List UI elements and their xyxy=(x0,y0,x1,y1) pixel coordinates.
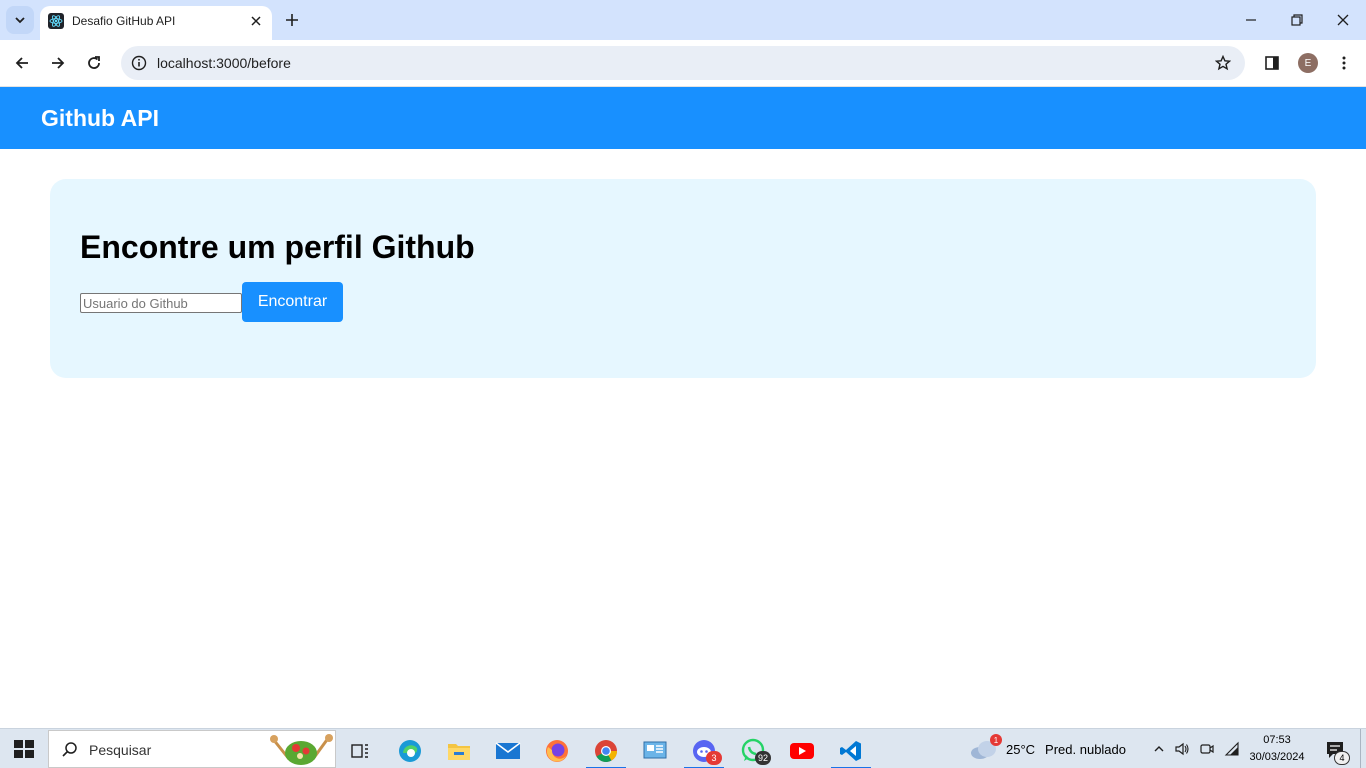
restore-icon xyxy=(1291,14,1303,26)
taskbar: Pesquisar 3 92 1 25°C Pred. nublado 07:5… xyxy=(0,728,1366,768)
meet-now-icon[interactable] xyxy=(1197,739,1217,759)
side-panel-icon xyxy=(1265,56,1279,70)
taskbar-search-placeholder: Pesquisar xyxy=(89,742,152,758)
wifi-icon[interactable] xyxy=(1222,739,1242,759)
whatsapp-icon[interactable]: 92 xyxy=(729,733,777,768)
reload-button[interactable] xyxy=(81,50,107,76)
chrome-icon[interactable] xyxy=(582,733,630,768)
react-favicon-icon xyxy=(48,13,64,29)
url-text[interactable]: localhost:3000/before xyxy=(157,55,291,71)
close-window-button[interactable] xyxy=(1320,0,1366,40)
mail-icon[interactable] xyxy=(484,733,532,768)
taskbar-search[interactable]: Pesquisar xyxy=(48,730,336,768)
youtube-icon[interactable] xyxy=(778,733,826,768)
notification-count-badge: 4 xyxy=(1334,751,1350,765)
discord-badge: 3 xyxy=(706,751,722,765)
chevron-up-icon[interactable] xyxy=(1149,739,1169,759)
app-title: Github API xyxy=(41,105,159,131)
arrow-right-icon xyxy=(52,57,65,69)
tab-title: Desafio GitHub API xyxy=(72,14,176,28)
notification-center-button[interactable]: 4 xyxy=(1322,737,1350,765)
address-bar[interactable]: localhost:3000/before xyxy=(121,46,1245,80)
site-info-icon[interactable] xyxy=(129,53,149,73)
forward-button[interactable] xyxy=(45,50,71,76)
browser-tabstrip: Desafio GitHub API xyxy=(0,0,1366,40)
discord-icon[interactable]: 3 xyxy=(680,733,728,768)
restore-button[interactable] xyxy=(1274,0,1320,40)
close-icon xyxy=(1337,14,1349,26)
weather-widget[interactable]: 1 25°C Pred. nublado xyxy=(970,734,1126,761)
temperature: 25°C xyxy=(1006,741,1036,757)
cloud-icon: 1 xyxy=(970,734,1002,760)
system-clock[interactable]: 07:53 30/03/2024 xyxy=(1240,732,1314,766)
menu-button[interactable] xyxy=(1332,51,1356,75)
browser-toolbar: localhost:3000/before E xyxy=(0,40,1366,87)
weather-alert-badge: 1 xyxy=(990,734,1002,746)
search-card: Encontre um perfil Github Encontrar xyxy=(50,179,1316,378)
close-icon xyxy=(251,16,261,26)
whatsapp-badge: 92 xyxy=(755,751,771,765)
new-tab-button[interactable] xyxy=(280,8,304,32)
browser-tab[interactable]: Desafio GitHub API xyxy=(40,6,272,40)
app-header: Github API xyxy=(0,87,1366,149)
reload-icon xyxy=(88,56,100,69)
bookmark-star-icon[interactable] xyxy=(1213,53,1233,73)
firefox-icon[interactable] xyxy=(533,733,581,768)
clock-date: 30/03/2024 xyxy=(1249,751,1305,763)
more-vertical-icon xyxy=(1342,56,1346,70)
chevron-down-icon xyxy=(15,17,25,24)
avatar: E xyxy=(1298,53,1318,73)
minimize-icon xyxy=(1246,19,1256,21)
side-panel-button[interactable] xyxy=(1260,51,1284,75)
show-desktop-button[interactable] xyxy=(1360,729,1361,768)
vscode-icon[interactable] xyxy=(827,733,875,768)
find-button[interactable]: Encontrar xyxy=(242,282,343,322)
tab-close-button[interactable] xyxy=(246,11,266,31)
github-user-input[interactable] xyxy=(80,293,242,313)
clock-time: 07:53 xyxy=(1263,734,1291,746)
salad-bowl-icon xyxy=(270,734,333,765)
minimize-button[interactable] xyxy=(1228,0,1274,40)
control-panel-icon[interactable] xyxy=(631,733,679,768)
tab-search-button[interactable] xyxy=(6,6,34,34)
windows-start-button[interactable] xyxy=(12,738,36,760)
arrow-left-icon xyxy=(15,57,28,69)
task-view-icon[interactable] xyxy=(336,733,384,768)
volume-icon[interactable] xyxy=(1172,739,1192,759)
plus-icon xyxy=(286,14,298,26)
file-explorer-icon[interactable] xyxy=(435,733,483,768)
edge-icon[interactable] xyxy=(386,733,434,768)
page-title: Encontre um perfil Github xyxy=(80,229,475,265)
weather-description: Pred. nublado xyxy=(1045,741,1126,757)
windows-logo-icon xyxy=(14,740,34,758)
profile-button[interactable]: E xyxy=(1296,51,1320,75)
back-button[interactable] xyxy=(9,50,35,76)
search-icon xyxy=(62,742,77,757)
